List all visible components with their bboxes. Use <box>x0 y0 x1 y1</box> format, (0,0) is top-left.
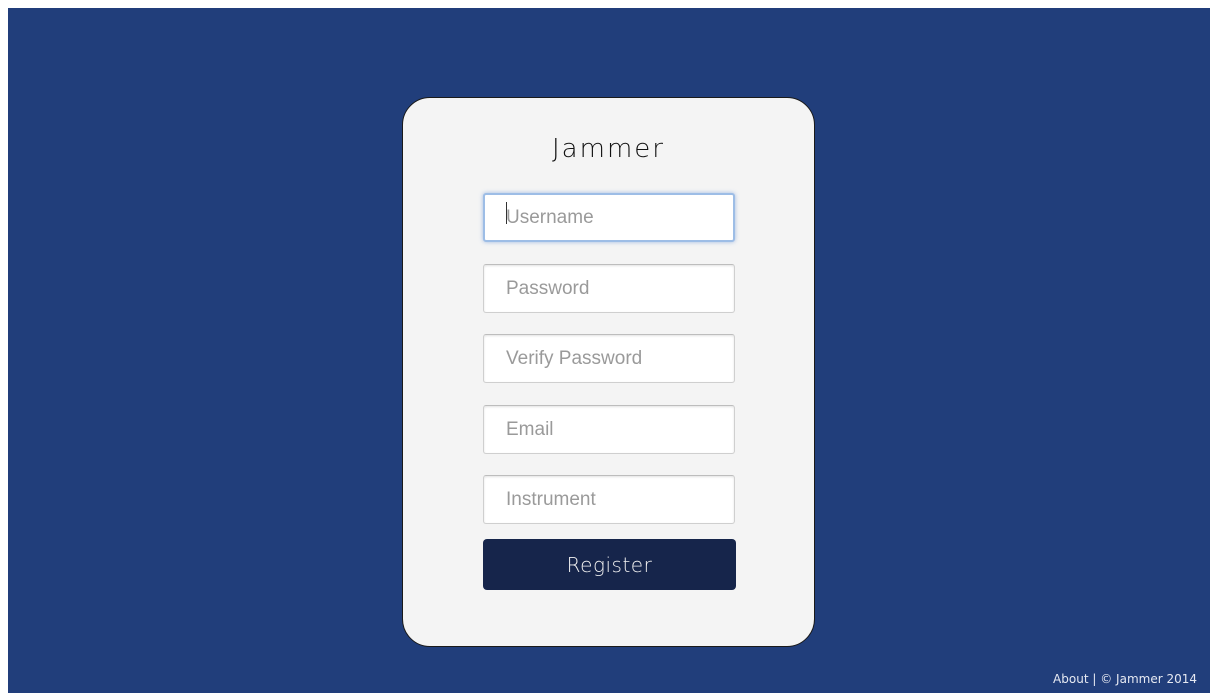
username-input[interactable] <box>483 193 735 242</box>
footer-separator: | <box>1092 672 1097 686</box>
app-title: Jammer <box>552 134 665 164</box>
about-link[interactable]: About <box>1053 672 1088 686</box>
instrument-input[interactable] <box>483 475 735 524</box>
footer: About | © Jammer 2014 <box>1053 672 1197 686</box>
copyright-text: © Jammer 2014 <box>1100 672 1197 686</box>
email-input[interactable] <box>483 405 735 454</box>
password-input[interactable] <box>483 264 735 313</box>
text-caret <box>506 202 507 224</box>
register-button[interactable]: Register <box>483 539 736 590</box>
register-card: Jammer Register <box>402 97 815 647</box>
page-background: Jammer Register About | © Jammer 2014 <box>8 8 1210 693</box>
verify-password-input[interactable] <box>483 334 735 383</box>
